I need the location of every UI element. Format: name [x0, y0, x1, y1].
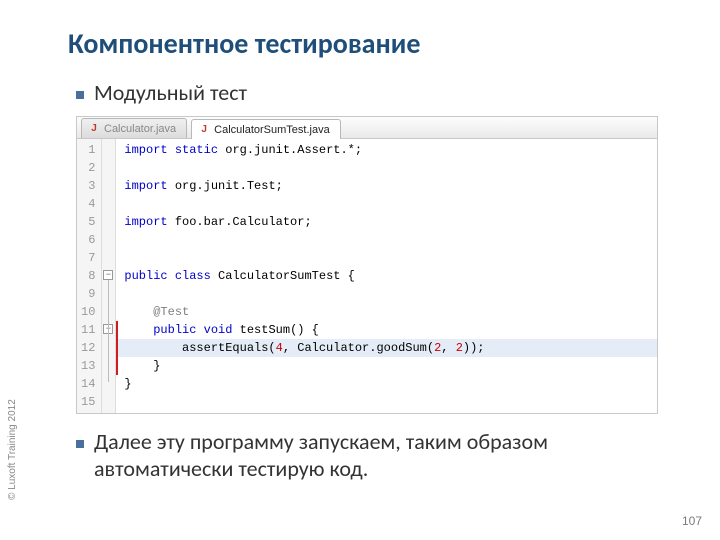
change-marker	[116, 321, 118, 375]
code-line: }	[116, 375, 657, 393]
code-line	[116, 249, 657, 267]
line-number: 12	[81, 339, 95, 357]
line-gutter: 123456789101112131415	[77, 139, 102, 413]
code-editor: J Calculator.java J CalculatorSumTest.ja…	[76, 116, 658, 414]
slide: Компонентное тестирование Модульный тест…	[0, 0, 720, 540]
line-number: 10	[81, 303, 95, 321]
code-line: public class CalculatorSumTest {	[116, 267, 657, 285]
code-line	[116, 195, 657, 213]
bullet-text: Далее эту программу запускаем, таким обр…	[94, 428, 678, 482]
code-line	[116, 159, 657, 177]
line-number: 8	[81, 267, 95, 285]
page-number: 107	[682, 514, 702, 528]
bullet-marker	[76, 91, 84, 99]
line-number: 5	[81, 213, 95, 231]
bullet-item-2: Далее эту программу запускаем, таким обр…	[76, 428, 678, 482]
tab-active[interactable]: J CalculatorSumTest.java	[191, 119, 341, 139]
code-line: import static org.junit.Assert.*;	[116, 141, 657, 159]
code-line: assertEquals(4, Calculator.goodSum(2, 2)…	[116, 339, 657, 357]
page-title: Компонентное тестирование	[68, 26, 678, 61]
code-line: public void testSum() {	[116, 321, 657, 339]
line-number: 6	[81, 231, 95, 249]
bullet-text: Модульный тест	[94, 79, 247, 106]
tab-label: CalculatorSumTest.java	[214, 124, 330, 136]
line-number: 14	[81, 375, 95, 393]
fold-line	[108, 280, 109, 382]
line-number: 15	[81, 393, 95, 411]
code-area: 123456789101112131415 −− import static o…	[77, 139, 657, 413]
fold-gutter: −−	[102, 139, 116, 413]
line-number: 7	[81, 249, 95, 267]
code-line: @Test	[116, 303, 657, 321]
line-number: 11	[81, 321, 95, 339]
line-number: 9	[81, 285, 95, 303]
code-line	[116, 393, 657, 411]
code-line	[116, 231, 657, 249]
copyright: © Luxoft Training 2012	[7, 399, 18, 500]
line-number: 2	[81, 159, 95, 177]
java-file-icon: J	[198, 124, 210, 136]
tab-inactive[interactable]: J Calculator.java	[81, 118, 187, 138]
code-line: import foo.bar.Calculator;	[116, 213, 657, 231]
line-number: 13	[81, 357, 95, 375]
editor-tabs: J Calculator.java J CalculatorSumTest.ja…	[77, 117, 657, 139]
java-file-icon: J	[88, 123, 100, 135]
tab-label: Calculator.java	[104, 123, 176, 135]
bullet-item-1: Модульный тест	[76, 79, 678, 106]
bullet-marker	[76, 440, 84, 448]
line-number: 3	[81, 177, 95, 195]
line-number: 4	[81, 195, 95, 213]
code-line	[116, 285, 657, 303]
code-body[interactable]: import static org.junit.Assert.*; import …	[116, 139, 657, 413]
line-number: 1	[81, 141, 95, 159]
fold-toggle-icon[interactable]: −	[103, 270, 113, 280]
code-line: import org.junit.Test;	[116, 177, 657, 195]
code-line: }	[116, 357, 657, 375]
